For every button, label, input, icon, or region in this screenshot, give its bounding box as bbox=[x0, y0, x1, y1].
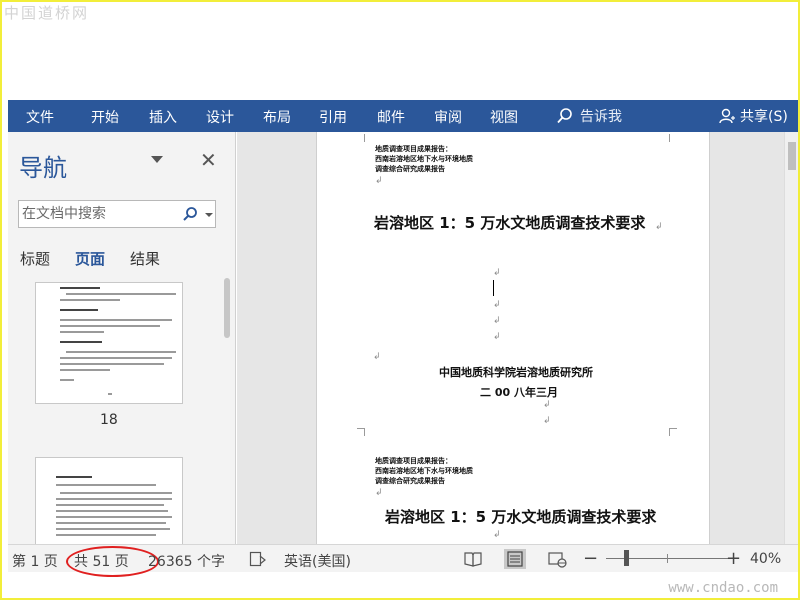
tab-references[interactable]: 引用 bbox=[319, 107, 347, 127]
word-count[interactable]: 26365 个字 bbox=[148, 551, 225, 571]
crop-mark bbox=[669, 428, 677, 436]
status-bar: 第 1 页 共 51 页 26365 个字 英语(美国) − + 40% bbox=[8, 544, 798, 577]
search-icon[interactable] bbox=[182, 206, 198, 222]
paragraph-mark: ↲ bbox=[493, 268, 501, 278]
report-header-line: 调查综合研究成果报告 bbox=[375, 477, 445, 485]
paragraph-mark: ↲ bbox=[493, 332, 501, 342]
paragraph-mark: ↲ bbox=[655, 222, 663, 232]
page-indicator[interactable]: 第 1 页 bbox=[12, 551, 58, 571]
share-button[interactable]: 共享(S) bbox=[718, 106, 788, 126]
tab-headings[interactable]: 标题 bbox=[20, 248, 50, 269]
paragraph-mark: ↲ bbox=[493, 530, 501, 540]
scrollbar-thumb[interactable] bbox=[788, 142, 796, 170]
report-date: 二 00 八年三月 bbox=[480, 386, 558, 399]
paragraph-mark: ↲ bbox=[543, 400, 551, 410]
search-input[interactable] bbox=[22, 204, 172, 224]
tab-pages[interactable]: 页面 bbox=[75, 248, 105, 269]
report-header-line: 西南岩溶地区地下水与环境地质 bbox=[375, 467, 473, 475]
zoom-slider-midpoint bbox=[667, 554, 668, 563]
tab-file[interactable]: 文件 bbox=[26, 107, 54, 127]
nav-pane-title: 导航 bbox=[19, 154, 67, 182]
read-mode-icon[interactable] bbox=[462, 549, 484, 569]
page-thumbnail[interactable] bbox=[35, 282, 183, 404]
nav-scrollbar[interactable] bbox=[224, 278, 230, 338]
tab-results[interactable]: 结果 bbox=[130, 248, 160, 269]
search-options-chevron-down-icon[interactable] bbox=[205, 213, 213, 217]
document-page[interactable]: 地质调查项目成果报告： 西南岩溶地区地下水与环境地质 调查综合研究成果报告 ↲ … bbox=[316, 132, 710, 544]
close-icon[interactable]: ✕ bbox=[200, 148, 217, 172]
print-layout-icon bbox=[507, 551, 523, 567]
ribbon-tab-bar: 文件 开始 插入 设计 布局 引用 邮件 审阅 视图 告诉我 共享(S) bbox=[8, 100, 798, 132]
vertical-scrollbar[interactable] bbox=[784, 132, 798, 544]
text-cursor bbox=[493, 280, 494, 296]
navigation-pane: 导航 ✕ 标题 页面 结果 18 bbox=[8, 132, 236, 544]
annotation-highlight-oval bbox=[66, 546, 159, 577]
report-header-line: 地质调查项目成果报告： bbox=[375, 145, 452, 153]
nav-options-chevron-down-icon[interactable] bbox=[151, 156, 163, 163]
paragraph-mark: ↲ bbox=[375, 488, 383, 498]
tab-mailings[interactable]: 邮件 bbox=[377, 107, 405, 127]
web-layout-icon[interactable] bbox=[546, 549, 568, 569]
document-canvas[interactable]: 地质调查项目成果报告： 西南岩溶地区地下水与环境地质 调查综合研究成果报告 ↲ … bbox=[237, 132, 798, 544]
tab-home[interactable]: 开始 bbox=[91, 107, 119, 127]
zoom-level[interactable]: 40% bbox=[750, 551, 781, 567]
tab-review[interactable]: 审阅 bbox=[434, 107, 462, 127]
tab-view[interactable]: 视图 bbox=[490, 107, 518, 127]
paragraph-mark: ↲ bbox=[493, 300, 501, 310]
zoom-in-button[interactable]: + bbox=[726, 548, 741, 569]
zoom-slider-handle[interactable] bbox=[624, 550, 630, 566]
proofing-book-icon[interactable] bbox=[249, 551, 267, 567]
print-layout-button[interactable] bbox=[504, 549, 526, 569]
page-thumbnail-number: 18 bbox=[100, 412, 118, 428]
watermark-top: 中国道桥网 bbox=[4, 4, 90, 22]
nav-search-field[interactable] bbox=[18, 200, 216, 228]
crop-mark bbox=[357, 134, 365, 142]
paragraph-mark: ↲ bbox=[543, 416, 551, 426]
person-icon bbox=[719, 108, 735, 124]
paragraph-mark: ↲ bbox=[375, 176, 383, 186]
watermark-bottom: www.cndao.com bbox=[668, 580, 778, 596]
report-header-line: 西南岩溶地区地下水与环境地质 bbox=[375, 155, 473, 163]
paragraph-mark: ↲ bbox=[373, 352, 381, 362]
tab-design[interactable]: 设计 bbox=[206, 107, 234, 127]
lightbulb-search-icon bbox=[557, 108, 572, 124]
tab-layout[interactable]: 布局 bbox=[263, 107, 291, 127]
document-title: 岩溶地区 1：5 万水文地质调查技术要求 bbox=[374, 214, 646, 232]
document-title: 岩溶地区 1：5 万水文地质调查技术要求 bbox=[385, 508, 657, 526]
paragraph-mark: ↲ bbox=[493, 316, 501, 326]
crop-mark bbox=[669, 134, 677, 142]
tab-insert[interactable]: 插入 bbox=[149, 107, 177, 127]
language-indicator[interactable]: 英语(美国) bbox=[284, 551, 351, 571]
report-header-line: 地质调查项目成果报告： bbox=[375, 457, 452, 465]
tell-me-label: 告诉我 bbox=[580, 109, 622, 125]
zoom-out-button[interactable]: − bbox=[583, 548, 598, 569]
tell-me-box[interactable]: 告诉我 bbox=[556, 106, 622, 126]
page-thumbnail[interactable] bbox=[35, 457, 183, 544]
share-label: 共享(S) bbox=[740, 109, 788, 125]
report-header-line: 调查综合研究成果报告 bbox=[375, 165, 445, 173]
organization-name: 中国地质科学院岩溶地质研究所 bbox=[439, 366, 593, 379]
crop-mark bbox=[357, 428, 365, 436]
